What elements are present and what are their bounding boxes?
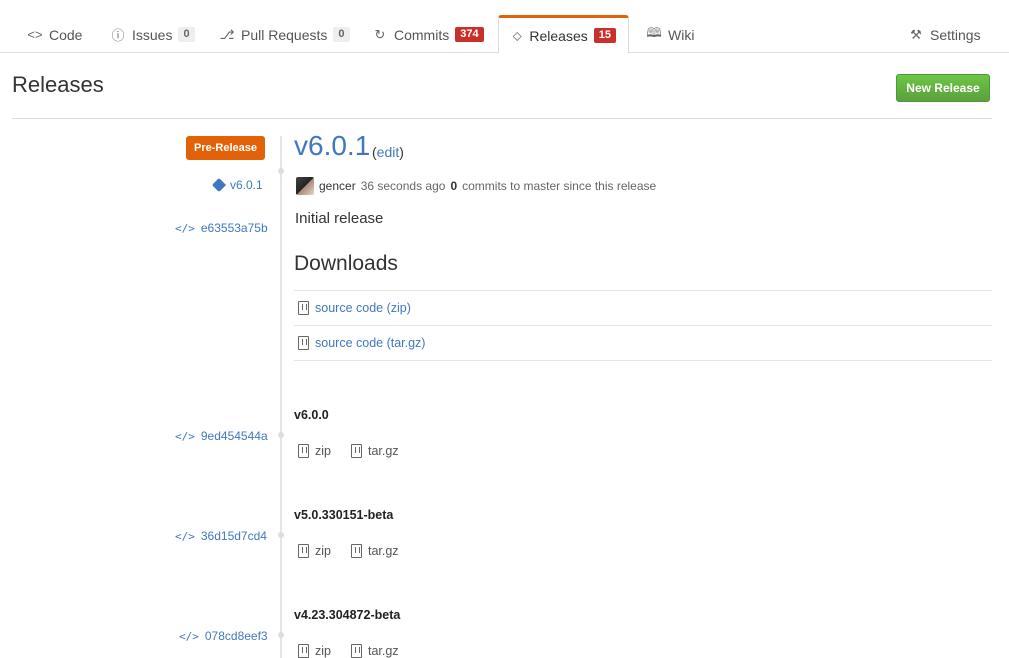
tab-pull-requests[interactable]: ⎇ Pull Requests 0 bbox=[207, 15, 362, 54]
timeline-dot bbox=[278, 432, 284, 438]
history-icon: ↻ bbox=[374, 26, 386, 42]
download-item: source code (tar.gz) bbox=[294, 326, 992, 361]
release-commit-link[interactable]: </> 078cd8eef3 bbox=[179, 629, 268, 643]
tab-label: Code bbox=[49, 26, 83, 43]
release-time: 36 seconds ago bbox=[360, 179, 446, 193]
author-link[interactable]: gencer bbox=[319, 179, 356, 193]
tab-wiki[interactable]: 🕮 Wiki bbox=[634, 15, 706, 54]
commit-sha: 078cd8eef3 bbox=[204, 629, 268, 643]
file-zip-icon bbox=[298, 644, 309, 658]
targz-link[interactable]: tar.gz bbox=[368, 544, 399, 558]
timeline-dot bbox=[278, 532, 284, 538]
file-zip-icon bbox=[298, 444, 309, 458]
pre-release-badge: Pre-Release bbox=[186, 136, 265, 160]
commit-sha: 9ed454544a bbox=[200, 429, 268, 443]
release-title-link[interactable]: v6.0.1 bbox=[294, 130, 370, 162]
file-zip-icon bbox=[298, 544, 309, 558]
book-icon: 🕮 bbox=[646, 24, 662, 40]
timeline-dot bbox=[278, 168, 284, 174]
issues-counter: 0 bbox=[178, 27, 195, 42]
tools-icon: ⚒ bbox=[910, 26, 922, 42]
repo-tabnav: <> Code ⓘ Issues 0 ⎇ Pull Requests 0 ↻ C… bbox=[0, 0, 1009, 54]
download-zip-link[interactable]: source code (zip) bbox=[315, 301, 411, 315]
file-zip-icon bbox=[298, 336, 309, 350]
tab-issues[interactable]: ⓘ Issues 0 bbox=[98, 15, 207, 54]
commits-counter: 374 bbox=[455, 27, 484, 42]
download-targz-link[interactable]: source code (tar.gz) bbox=[315, 336, 425, 350]
download-item: source code (zip) bbox=[294, 291, 992, 326]
tag-label: v6.0.1 bbox=[230, 178, 263, 192]
tab-settings[interactable]: ⚒ Settings bbox=[896, 15, 993, 54]
file-zip-icon bbox=[298, 301, 309, 315]
tab-label: Pull Requests bbox=[241, 26, 328, 43]
release-edit: (edit) bbox=[372, 144, 404, 160]
tab-label: Releases bbox=[529, 27, 588, 44]
release-assets: zip tar.gz bbox=[298, 644, 399, 658]
edit-release-link[interactable]: edit bbox=[377, 144, 400, 160]
page-title: Releases bbox=[12, 72, 104, 97]
release-commit-link[interactable]: </> 36d15d7cd4 bbox=[175, 529, 267, 543]
file-zip-icon bbox=[350, 544, 362, 558]
targz-link[interactable]: tar.gz bbox=[368, 644, 399, 658]
timeline-dot bbox=[278, 632, 284, 638]
commits-since-text: commits to master since this release bbox=[462, 179, 657, 193]
release-commit-link[interactable]: </> e63553a75b bbox=[175, 221, 268, 235]
zip-link[interactable]: zip bbox=[315, 544, 331, 558]
downloads-heading: Downloads bbox=[294, 252, 398, 275]
file-zip-icon bbox=[350, 644, 362, 658]
tab-code[interactable]: <> Code bbox=[15, 15, 94, 54]
issue-icon: ⓘ bbox=[111, 28, 125, 43]
pull-request-icon: ⎇ bbox=[219, 26, 235, 42]
release-assets: zip tar.gz bbox=[298, 544, 399, 558]
zip-link[interactable]: zip bbox=[315, 644, 331, 658]
commits-since-count: 0 bbox=[450, 179, 458, 193]
header-divider bbox=[12, 118, 992, 119]
release-body: Initial release bbox=[295, 210, 384, 227]
new-release-button[interactable]: New Release bbox=[896, 74, 990, 102]
tab-label: Wiki bbox=[668, 26, 695, 43]
release-title[interactable]: v4.23.304872-beta bbox=[294, 608, 400, 622]
avatar[interactable] bbox=[296, 177, 314, 195]
release-assets: zip tar.gz bbox=[298, 444, 399, 458]
tag-icon: ⬦ bbox=[512, 27, 522, 43]
release-title[interactable]: v6.0.0 bbox=[294, 408, 329, 422]
tab-releases[interactable]: ⬦ Releases 15 bbox=[498, 15, 629, 54]
release-authorship: gencer 36 seconds ago 0 commits to maste… bbox=[296, 176, 656, 196]
code-icon: </> bbox=[175, 429, 195, 443]
file-zip-icon bbox=[350, 444, 362, 458]
edit-paren: ) bbox=[399, 144, 404, 160]
tab-label: Settings bbox=[930, 26, 981, 43]
targz-link[interactable]: tar.gz bbox=[368, 444, 399, 458]
downloads-list: source code (zip) source code (tar.gz) bbox=[294, 290, 992, 361]
tab-label: Issues bbox=[132, 26, 173, 43]
tab-commits[interactable]: ↻ Commits 374 bbox=[360, 15, 496, 54]
release-commit-link[interactable]: </> 9ed454544a bbox=[175, 429, 268, 443]
commit-sha: 36d15d7cd4 bbox=[200, 529, 267, 543]
code-icon: </> bbox=[179, 629, 199, 643]
release-title[interactable]: v5.0.330151-beta bbox=[294, 508, 393, 522]
release-tag-link[interactable]: v6.0.1 bbox=[211, 177, 263, 193]
releases-counter: 15 bbox=[593, 28, 616, 43]
code-icon: </> bbox=[175, 221, 195, 235]
code-icon: </> bbox=[175, 529, 195, 543]
code-icon: <> bbox=[27, 27, 43, 42]
tag-icon bbox=[211, 177, 227, 193]
zip-link[interactable]: zip bbox=[315, 444, 331, 458]
tab-label: Commits bbox=[394, 26, 450, 43]
pull-requests-counter: 0 bbox=[333, 27, 350, 42]
timeline-line bbox=[280, 136, 282, 658]
commit-sha: e63553a75b bbox=[200, 221, 268, 235]
